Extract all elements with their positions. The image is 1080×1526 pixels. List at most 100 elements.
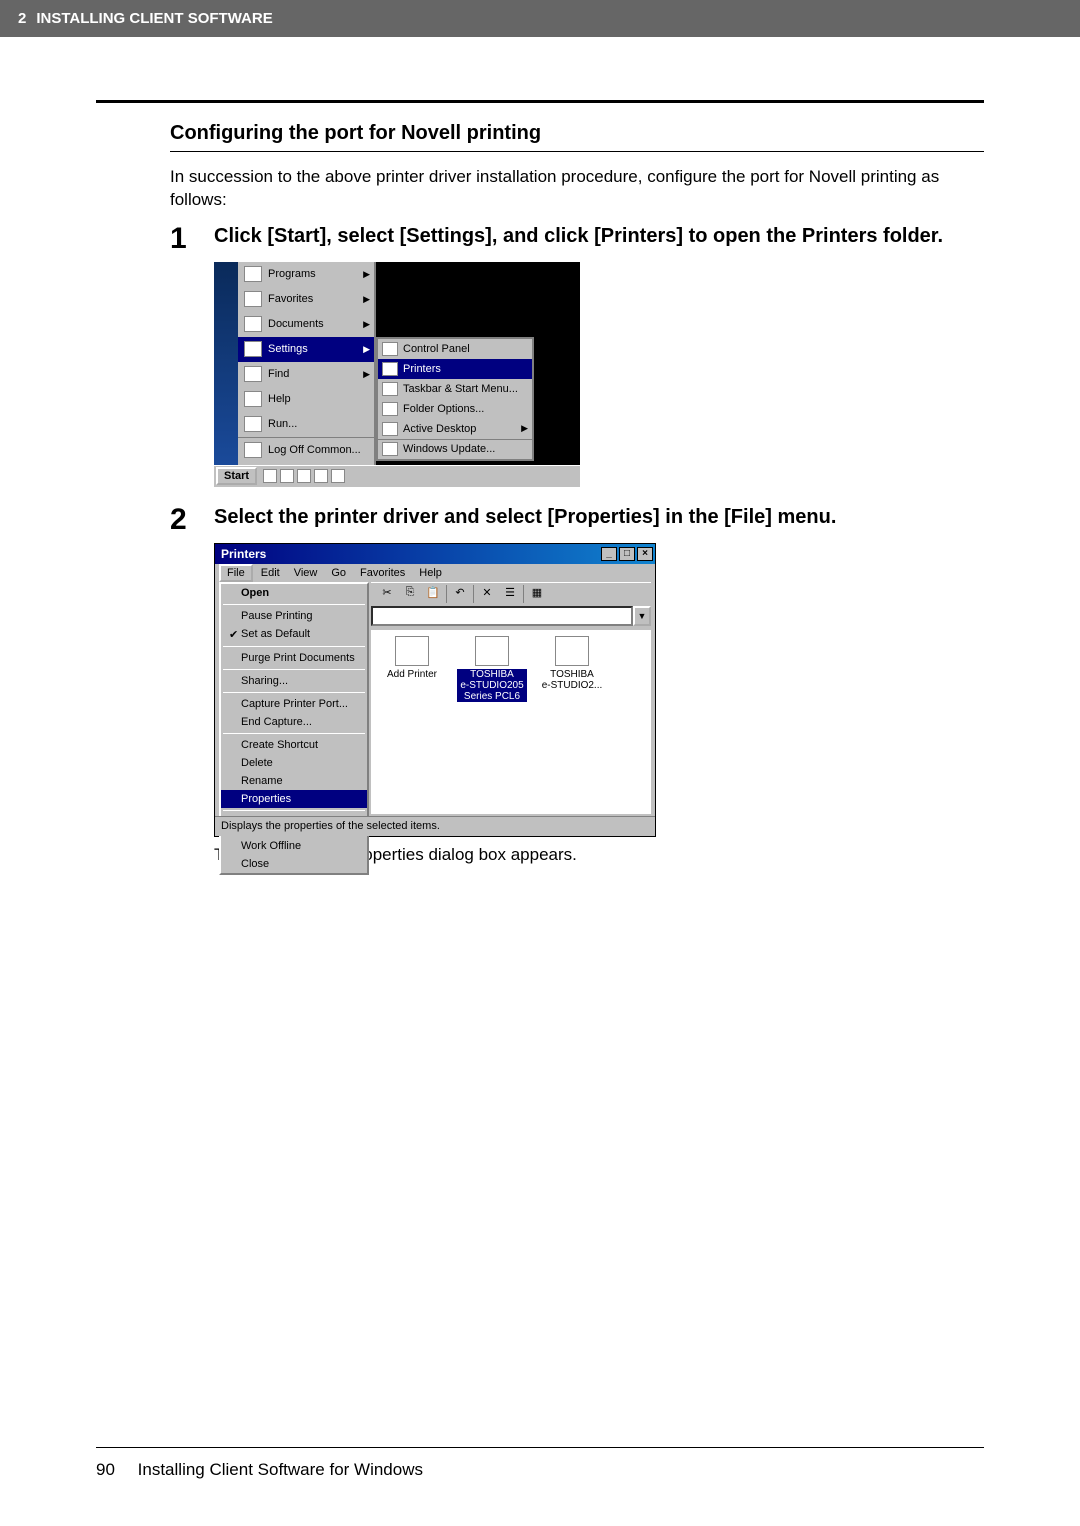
separator xyxy=(223,810,365,811)
file-delete[interactable]: Delete xyxy=(221,754,367,772)
file-rename-label: Rename xyxy=(241,775,283,787)
menu-file[interactable]: File xyxy=(219,564,253,582)
run-label: Run... xyxy=(268,418,297,430)
file-properties[interactable]: Properties xyxy=(221,790,367,808)
address-bar[interactable] xyxy=(371,606,633,626)
file-open[interactable]: Open xyxy=(221,584,367,602)
icon-label-line1: TOSHIBA xyxy=(457,669,527,680)
menu-item-logoff[interactable]: Log Off Common... xyxy=(238,437,374,462)
favorites-label: Favorites xyxy=(268,293,313,305)
active-desktop-icon xyxy=(382,422,398,436)
copy-icon[interactable]: ⎘ xyxy=(400,585,420,603)
windows-update-icon xyxy=(382,442,398,456)
file-pause-label: Pause Printing xyxy=(241,610,313,622)
window-title: Printers xyxy=(221,547,266,561)
favorites-icon xyxy=(244,291,262,307)
icon-label-line2: e-STUDIO2... xyxy=(537,680,607,691)
file-create-shortcut[interactable]: Create Shortcut xyxy=(221,736,367,754)
file-capture[interactable]: Capture Printer Port... xyxy=(221,695,367,713)
separator xyxy=(473,585,474,603)
properties-icon[interactable]: ☰ xyxy=(500,585,520,603)
submenu-control-panel[interactable]: Control Panel xyxy=(378,339,532,359)
close-button[interactable]: × xyxy=(637,547,653,561)
separator xyxy=(223,692,365,693)
menu-help[interactable]: Help xyxy=(413,566,448,580)
views-icon[interactable]: ▦ xyxy=(527,585,547,603)
file-rename[interactable]: Rename xyxy=(221,772,367,790)
taskbar-label: Taskbar & Start Menu... xyxy=(403,383,518,395)
quick-launch xyxy=(263,469,345,483)
icon-add-printer[interactable]: Add Printer xyxy=(377,636,447,680)
chevron-right-icon: ▶ xyxy=(363,269,370,280)
submenu-taskbar-start[interactable]: Taskbar & Start Menu... xyxy=(378,379,532,399)
icon-toshiba-generic[interactable]: TOSHIBA e-STUDIO2... xyxy=(537,636,607,691)
minimize-button[interactable]: _ xyxy=(601,547,617,561)
cut-icon[interactable]: ✂ xyxy=(377,585,397,603)
documents-label: Documents xyxy=(268,318,324,330)
tray-icon[interactable] xyxy=(263,469,277,483)
menu-item-help[interactable]: Help xyxy=(238,387,374,412)
settings-submenu: Control Panel Printers Taskbar & Start M… xyxy=(376,337,534,461)
page-number: 90 xyxy=(96,1460,115,1480)
tray-icon[interactable] xyxy=(331,469,345,483)
logoff-icon xyxy=(244,442,262,458)
chevron-right-icon: ▶ xyxy=(521,423,528,434)
folder-options-label: Folder Options... xyxy=(403,403,484,415)
file-set-default[interactable]: ✔Set as Default xyxy=(221,625,367,644)
file-work-offline[interactable]: Work Offline xyxy=(221,837,367,855)
submenu-printers[interactable]: Printers xyxy=(378,359,532,379)
menu-item-documents[interactable]: Documents ▶ xyxy=(238,312,374,337)
menu-item-favorites[interactable]: Favorites ▶ xyxy=(238,287,374,312)
window-titlebar: Printers _ □ × xyxy=(215,544,655,564)
address-dropdown-button[interactable]: ▼ xyxy=(633,606,651,626)
printers-folder-icon xyxy=(382,362,398,376)
file-sharing[interactable]: Sharing... xyxy=(221,672,367,690)
tray-icon[interactable] xyxy=(314,469,328,483)
section-intro: In succession to the above printer drive… xyxy=(170,166,984,212)
win98-stripe: Windows98 xyxy=(214,262,238,465)
undo-icon[interactable]: ↶ xyxy=(450,585,470,603)
submenu-windows-update[interactable]: Windows Update... xyxy=(378,439,532,459)
tray-icon[interactable] xyxy=(297,469,311,483)
taskbar: Start xyxy=(214,465,580,487)
tray-icon[interactable] xyxy=(280,469,294,483)
settings-label: Settings xyxy=(268,343,308,355)
help-icon xyxy=(244,391,262,407)
active-desktop-label: Active Desktop xyxy=(403,423,476,435)
add-printer-icon xyxy=(395,636,429,666)
menu-item-programs[interactable]: Programs▶ xyxy=(238,262,374,287)
file-close-label: Close xyxy=(241,858,269,870)
file-capture-label: Capture Printer Port... xyxy=(241,698,348,710)
menu-view[interactable]: View xyxy=(288,566,324,580)
control-panel-icon xyxy=(382,342,398,356)
file-properties-label: Properties xyxy=(241,793,291,805)
menu-favorites[interactable]: Favorites xyxy=(354,566,411,580)
footer-rule xyxy=(96,1447,984,1448)
submenu-active-desktop[interactable]: Active Desktop ▶ xyxy=(378,419,532,439)
chevron-right-icon: ▶ xyxy=(363,369,370,380)
icon-label-line3: Series PCL6 xyxy=(457,691,527,702)
check-icon: ✔ xyxy=(229,628,239,641)
windows-update-label: Windows Update... xyxy=(403,443,495,455)
file-pause[interactable]: Pause Printing xyxy=(221,607,367,625)
maximize-button[interactable]: □ xyxy=(619,547,635,561)
paste-icon[interactable]: 📋 xyxy=(423,585,443,603)
menu-item-find[interactable]: Find ▶ xyxy=(238,362,374,387)
icon-toshiba-pcl6[interactable]: TOSHIBA e-STUDIO205 Series PCL6 xyxy=(457,636,527,702)
file-purge[interactable]: Purge Print Documents xyxy=(221,649,367,667)
window-controls: _ □ × xyxy=(601,547,655,561)
menu-item-run[interactable]: Run... xyxy=(238,412,374,437)
chevron-right-icon: ▶ xyxy=(363,294,370,305)
chevron-right-icon: ▶ xyxy=(363,319,370,330)
submenu-folder-options[interactable]: Folder Options... xyxy=(378,399,532,419)
icon-label-line2: e-STUDIO205 xyxy=(457,680,527,691)
start-button[interactable]: Start xyxy=(216,467,257,485)
file-end-capture[interactable]: End Capture... xyxy=(221,713,367,731)
menu-edit[interactable]: Edit xyxy=(255,566,286,580)
delete-icon[interactable]: ✕ xyxy=(477,585,497,603)
file-close[interactable]: Close xyxy=(221,855,367,873)
menu-item-settings[interactable]: Settings▶ xyxy=(238,337,374,362)
menu-go[interactable]: Go xyxy=(325,566,352,580)
find-label: Find xyxy=(268,368,289,380)
client-area: Add Printer TOSHIBA e-STUDIO205 Series P… xyxy=(371,630,651,814)
